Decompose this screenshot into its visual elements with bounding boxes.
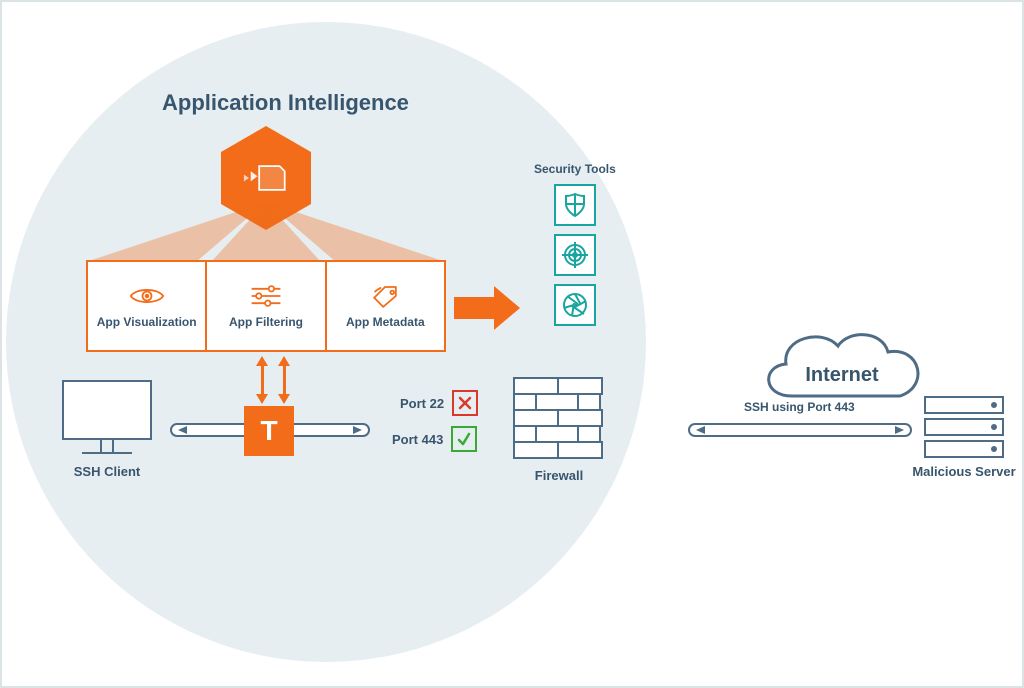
cap-filtering: App Filtering — [207, 262, 326, 350]
port-22-row: Port 22 — [400, 390, 478, 416]
cap-label: App Filtering — [229, 315, 303, 329]
ssh-client-label: SSH Client — [62, 464, 152, 479]
eye-icon — [129, 283, 165, 309]
security-tool-shield-icon — [554, 184, 596, 226]
cap-metadata: App Metadata — [327, 262, 444, 350]
malicious-server-label: Malicious Server — [906, 464, 1022, 479]
app-intelligence-hexagon-icon — [221, 152, 311, 204]
port-label: Port 443 — [392, 432, 443, 447]
tag-icon — [367, 283, 403, 309]
sliders-icon — [248, 283, 284, 309]
network-tap-box: T — [244, 406, 294, 456]
blocked-icon — [452, 390, 478, 416]
bidirectional-arrows-icon — [256, 356, 290, 404]
tunnel-label: SSH using Port 443 — [744, 400, 855, 414]
divergence-rays — [86, 202, 446, 262]
firewall-icon — [514, 378, 604, 458]
malicious-server-icon — [924, 396, 1004, 462]
internet-label: Internet — [752, 364, 932, 387]
security-tool-target-icon — [554, 234, 596, 276]
tap-letter: T — [260, 415, 277, 447]
port-label: Port 22 — [400, 396, 444, 411]
cap-label: App Metadata — [346, 315, 425, 329]
diagram-title: Application Intelligence — [162, 90, 409, 116]
capability-box: App Visualization App Filtering App Meta… — [86, 260, 446, 352]
security-tools-label: Security Tools — [534, 162, 616, 176]
security-tool-aperture-icon — [554, 284, 596, 326]
arrow-to-security-tools-icon — [454, 286, 520, 330]
cap-visualization: App Visualization — [88, 262, 207, 350]
cap-label: App Visualization — [97, 315, 197, 329]
pipe-right — [688, 423, 912, 437]
port-443-row: Port 443 — [392, 426, 477, 452]
ssh-client-monitor-icon — [62, 380, 152, 454]
allowed-icon — [451, 426, 477, 452]
firewall-label: Firewall — [514, 468, 604, 483]
